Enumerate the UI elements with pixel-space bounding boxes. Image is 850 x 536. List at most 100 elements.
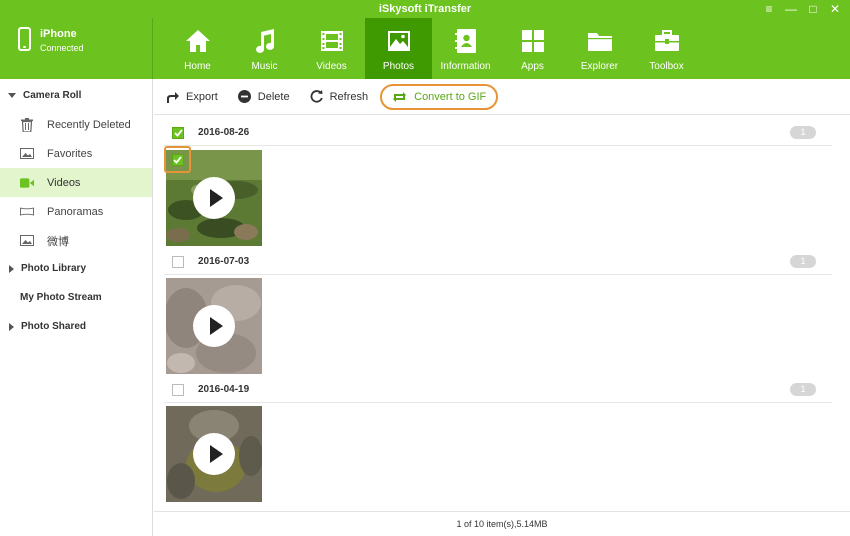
selection-status: 1 of 10 item(s),5.14MB xyxy=(456,519,548,529)
refresh-button[interactable]: Refresh xyxy=(304,84,375,110)
group-checkbox[interactable] xyxy=(172,255,184,268)
delete-icon xyxy=(237,90,251,103)
film-icon xyxy=(320,31,343,51)
date-group-header: 2016-07-03 1 xyxy=(164,249,832,275)
image-icon xyxy=(20,147,34,161)
sidebar-item-panoramas[interactable]: Panoramas xyxy=(0,197,152,226)
video-thumbnail[interactable] xyxy=(166,278,262,374)
device-panel[interactable]: iPhone Connected xyxy=(0,18,153,79)
close-button[interactable]: ✕ xyxy=(824,0,846,18)
photo-grid: 2016-08-26 1 2016-07-03 1 2016-04-19 1 xyxy=(154,116,850,511)
home-icon xyxy=(185,30,210,52)
convert-to-gif-label: Convert to GIF xyxy=(414,90,487,103)
group-checkbox[interactable] xyxy=(172,126,184,139)
toolbar: Export Delete Refresh Convert to GIF xyxy=(154,79,850,115)
nav-music[interactable]: Music xyxy=(231,18,298,79)
video-thumbnail[interactable] xyxy=(166,406,262,502)
phone-icon xyxy=(18,27,31,51)
nav-label: Home xyxy=(184,61,211,72)
maximize-button[interactable]: □ xyxy=(802,0,824,18)
refresh-label: Refresh xyxy=(329,90,369,103)
sidebar-group-label: Photo Library xyxy=(21,263,87,274)
group-checkbox[interactable] xyxy=(172,383,184,396)
nav-toolbox[interactable]: Toolbox xyxy=(633,18,700,79)
nav-apps[interactable]: Apps xyxy=(499,18,566,79)
window-controls: ≡ — □ ✕ xyxy=(758,0,846,18)
sidebar-item-label: Favorites xyxy=(47,147,93,160)
sidebar-group-photo-library[interactable]: Photo Library xyxy=(0,254,153,283)
check-icon xyxy=(173,155,182,164)
convert-to-gif-button[interactable]: Convert to GIF xyxy=(380,83,499,110)
play-icon[interactable] xyxy=(193,177,235,219)
sidebar-item-videos[interactable]: Videos xyxy=(0,168,152,197)
apps-icon xyxy=(521,30,544,52)
refresh-icon xyxy=(310,90,323,103)
sidebar-group-label: Photo Shared xyxy=(21,321,87,332)
toolbox-icon xyxy=(654,30,679,51)
play-icon[interactable] xyxy=(193,305,235,347)
delete-label: Delete xyxy=(257,90,290,103)
device-status: Connected xyxy=(40,43,84,53)
window-title: iSkysoft iTransfer xyxy=(378,3,472,15)
nav-home[interactable]: Home xyxy=(164,18,231,79)
nav-label: Explorer xyxy=(580,61,619,72)
check-icon xyxy=(173,128,183,137)
nav-explorer[interactable]: Explorer xyxy=(566,18,633,79)
sidebar-item-label: Videos xyxy=(47,176,81,189)
sidebar-item-favorites[interactable]: Favorites xyxy=(0,139,152,168)
group-date: 2016-04-19 xyxy=(198,384,250,395)
sidebar-group-camera-roll[interactable]: Camera Roll xyxy=(0,81,153,110)
export-button[interactable]: Export xyxy=(160,84,224,110)
group-count-badge: 1 xyxy=(790,383,816,396)
sidebar-group-label: My Photo Stream xyxy=(20,292,102,303)
nav-label: Information xyxy=(440,61,491,72)
trash-icon xyxy=(20,117,34,132)
video-icon xyxy=(20,176,34,190)
date-group-header: 2016-08-26 1 xyxy=(164,120,832,146)
nav-label: Apps xyxy=(521,61,544,72)
group-count-badge: 1 xyxy=(790,126,816,139)
minimize-button[interactable]: — xyxy=(780,0,802,18)
sidebar-item-label: 微博 xyxy=(47,235,69,248)
group-date: 2016-07-03 xyxy=(198,256,250,267)
group-count-badge: 1 xyxy=(790,255,816,268)
sidebar-group-my-photo-stream[interactable]: My Photo Stream xyxy=(0,283,153,312)
contacts-icon xyxy=(454,29,476,53)
main-nav: Home Music Videos Photos Information App… xyxy=(164,18,700,79)
convert-icon xyxy=(393,91,407,102)
export-icon xyxy=(167,91,179,103)
sidebar-group-label: Camera Roll xyxy=(23,90,82,101)
nav-label: Music xyxy=(251,61,278,72)
device-name: iPhone xyxy=(40,28,77,40)
nav-information[interactable]: Information xyxy=(432,18,499,79)
music-icon xyxy=(255,29,274,53)
sidebar-item-label: Recently Deleted xyxy=(47,118,131,131)
nav-label: Toolbox xyxy=(649,61,684,72)
sidebar-item-label: Panoramas xyxy=(47,205,104,218)
chevron-right-icon xyxy=(9,322,14,331)
status-bar: 1 of 10 item(s),5.14MB xyxy=(154,511,850,536)
nav-label: Photos xyxy=(382,61,415,72)
chevron-down-icon xyxy=(8,93,16,98)
image-icon xyxy=(20,234,34,248)
sidebar: Camera Roll Recently Deleted Favorites V… xyxy=(0,79,153,536)
export-label: Export xyxy=(186,90,218,103)
nav-photos[interactable]: Photos xyxy=(365,18,432,79)
panorama-icon xyxy=(20,205,34,219)
nav-label: Videos xyxy=(316,61,347,72)
folder-icon xyxy=(587,33,612,51)
delete-button[interactable]: Delete xyxy=(232,84,296,110)
date-group-header: 2016-04-19 1 xyxy=(164,377,832,403)
chevron-right-icon xyxy=(9,264,14,273)
sidebar-group-photo-shared[interactable]: Photo Shared xyxy=(0,312,153,341)
play-icon[interactable] xyxy=(193,433,235,475)
menu-icon[interactable]: ≡ xyxy=(758,0,780,18)
sidebar-item-weibo[interactable]: 微博 xyxy=(0,226,152,255)
app-header: iSkysoft iTransfer ≡ — □ ✕ iPhone Connec… xyxy=(0,0,850,79)
sidebar-item-recently-deleted[interactable]: Recently Deleted xyxy=(0,110,152,139)
photo-icon xyxy=(387,31,410,51)
item-checkbox-highlight[interactable] xyxy=(164,146,191,173)
nav-videos[interactable]: Videos xyxy=(298,18,365,79)
group-date: 2016-08-26 xyxy=(198,127,250,138)
item-checkbox[interactable] xyxy=(171,153,184,166)
